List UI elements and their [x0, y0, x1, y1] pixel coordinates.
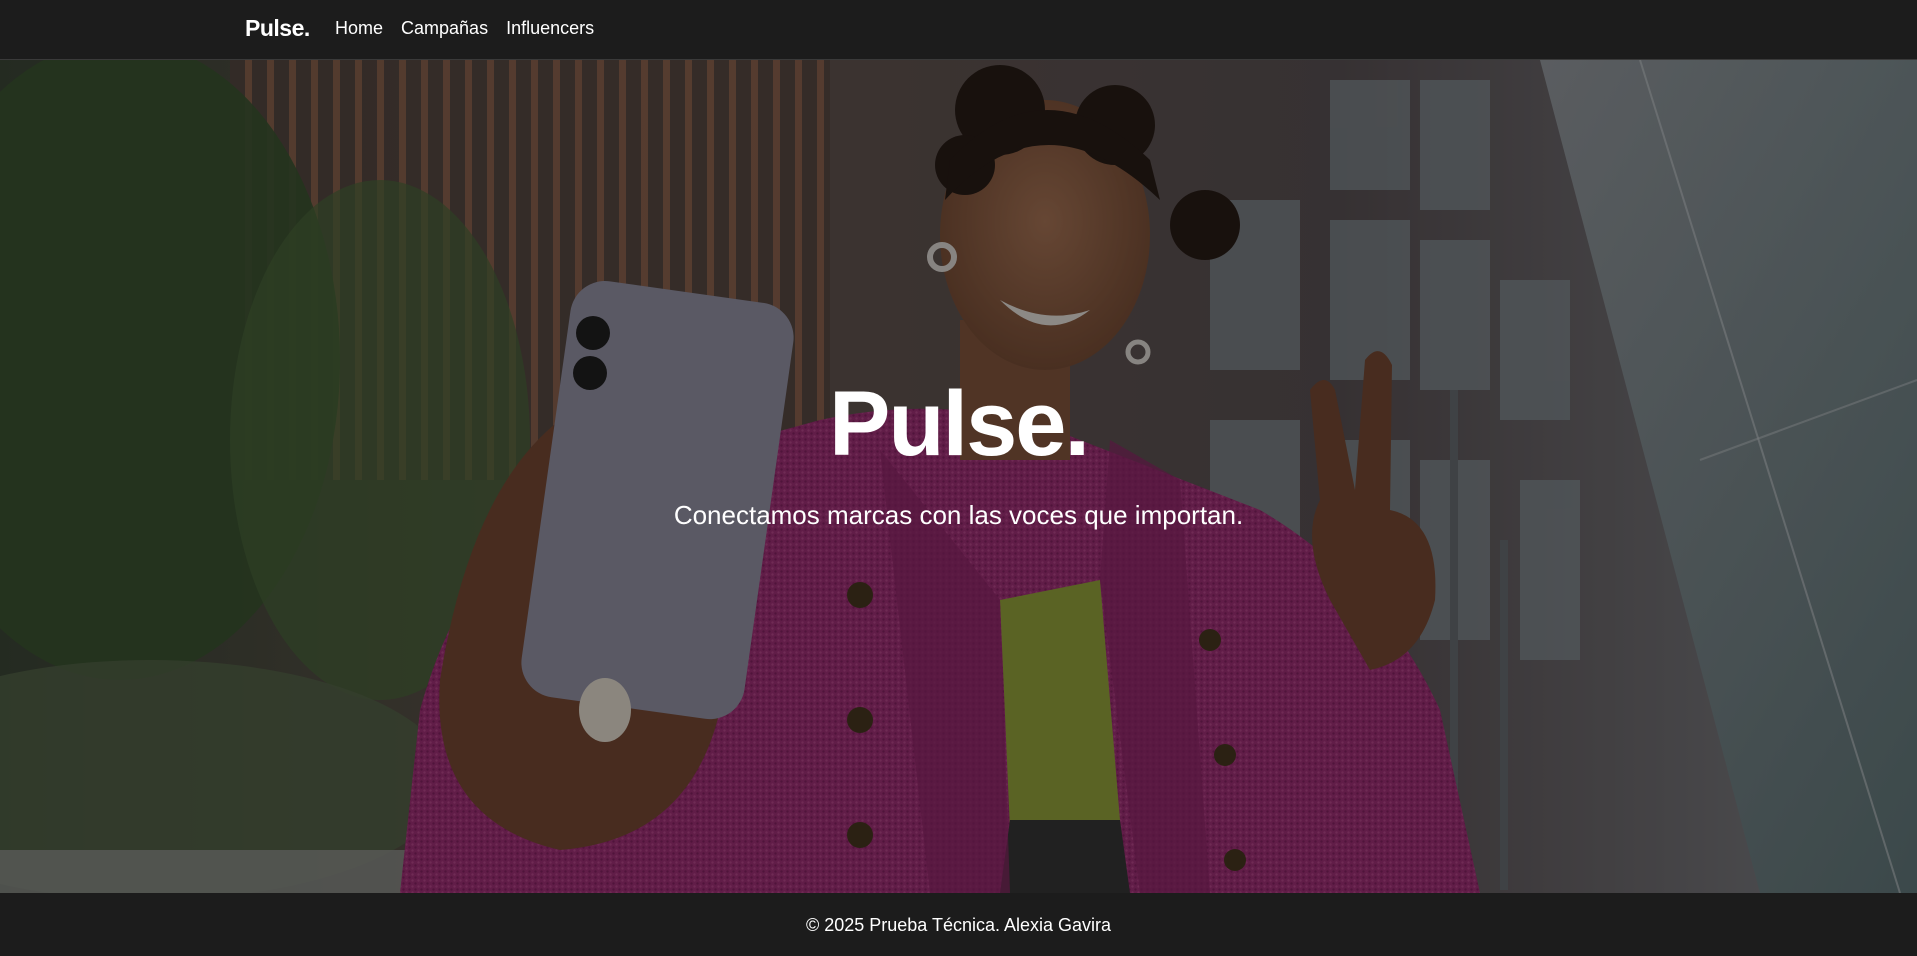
footer-copyright: © 2025 Prueba Técnica. Alexia Gavira [805, 915, 1112, 935]
nav-link-home[interactable]: Home [335, 18, 383, 39]
navbar: Pulse. Home Campañas Influencers [0, 0, 1917, 60]
nav-links: Home Campañas Influencers [335, 18, 594, 39]
nav-link-campanas[interactable]: Campañas [401, 18, 488, 39]
footer: © 2025 Prueba Técnica. Alexia Gavira [0, 893, 1917, 956]
hero-subtitle: Conectamos marcas con las voces que impo… [673, 500, 1244, 530]
hero-content: Pulse. Conectamos marcas con las voces q… [0, 378, 1917, 531]
hero-section: Pulse. Conectamos marcas con las voces q… [0, 60, 1917, 893]
nav-link-influencers[interactable]: Influencers [506, 18, 594, 39]
hero-title: Pulse. [828, 373, 1090, 475]
brand-logo[interactable]: Pulse. [245, 15, 310, 42]
